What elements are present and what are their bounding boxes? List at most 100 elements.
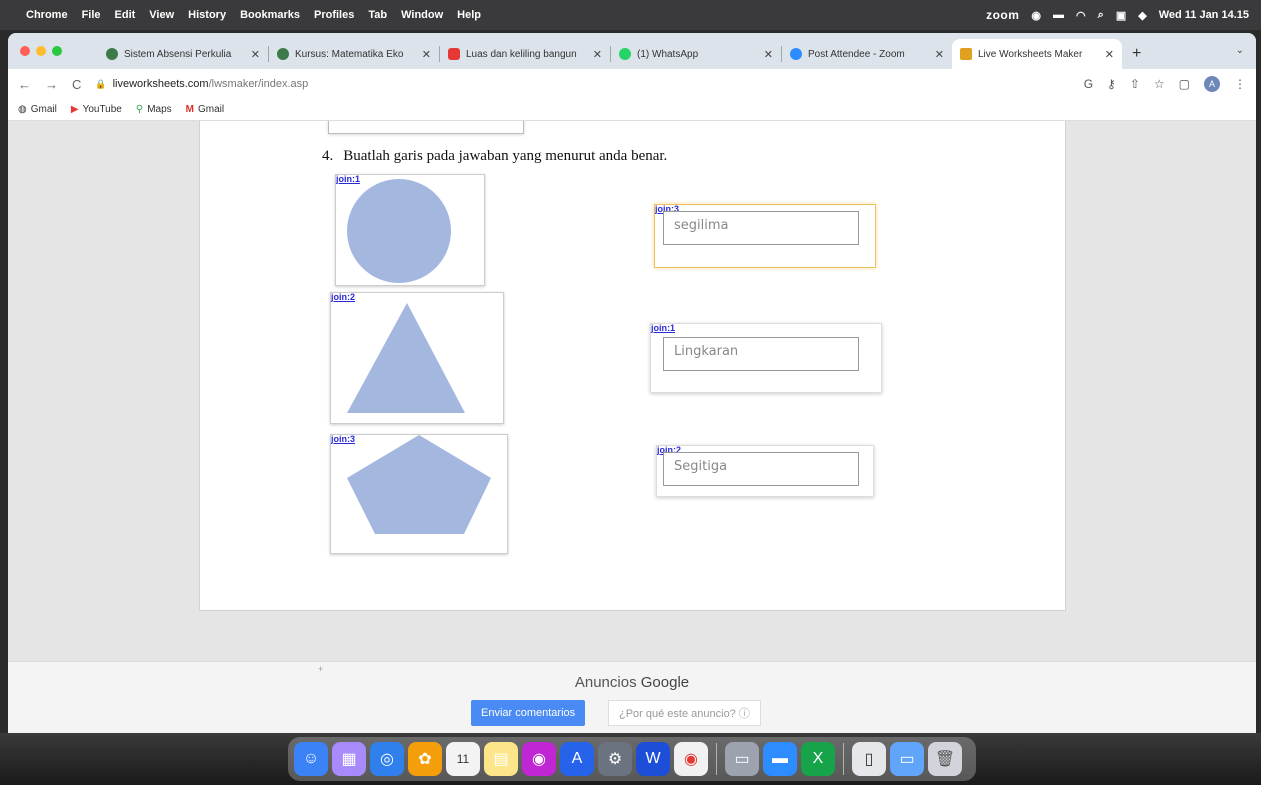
close-tab-icon[interactable]: ✕ (935, 48, 944, 61)
password-key-icon[interactable]: ⚷ (1107, 77, 1116, 91)
join-source-pentagon[interactable]: join:3 (330, 434, 508, 554)
app-store-icon[interactable]: A (560, 742, 594, 776)
why-this-ad-button[interactable]: ¿Por qué este anuncio? ⓘ (608, 700, 761, 726)
previous-answer-box (328, 121, 524, 134)
bookmark-maps[interactable]: ⚲ Maps (136, 104, 172, 115)
close-tab-icon[interactable]: ✕ (422, 48, 431, 61)
zoom-app-icon[interactable]: ▬ (763, 742, 797, 776)
close-tab-icon[interactable]: ✕ (764, 48, 773, 61)
close-tab-icon[interactable]: ✕ (1105, 48, 1114, 61)
tab-whatsapp[interactable]: (1) WhatsApp ✕ (611, 39, 781, 69)
ads-label-brand: Google (640, 674, 690, 691)
menu-history[interactable]: History (188, 9, 226, 21)
chrome-icon[interactable]: ◉ (674, 742, 708, 776)
launchpad-icon[interactable]: ▦ (332, 742, 366, 776)
bookmarks-bar: ◍ Gmail ▶ YouTube ⚲ Maps M Gmail (8, 99, 1256, 121)
menu-window[interactable]: Window (401, 9, 443, 21)
excel-icon[interactable]: X (801, 742, 835, 776)
url-field[interactable]: 🔒 liveworksheets.com /lwsmaker/index.asp (95, 78, 1083, 90)
podcasts-icon[interactable]: ◉ (522, 742, 556, 776)
menu-tab[interactable]: Tab (368, 9, 387, 21)
join-label: join:3 (331, 434, 355, 444)
tab-strip: Sistem Absensi Perkulia ✕ Kursus: Matema… (8, 33, 1256, 69)
tab-search-chevron-icon[interactable]: ⌄ (1236, 45, 1244, 56)
reload-icon[interactable]: C (72, 77, 81, 92)
tab-sistem-absensi[interactable]: Sistem Absensi Perkulia ✕ (98, 39, 268, 69)
close-tab-icon[interactable]: ✕ (251, 48, 260, 61)
notes-icon[interactable]: ▤ (484, 742, 518, 776)
minimize-window-button[interactable] (36, 46, 46, 56)
url-host: liveworksheets.com (112, 78, 209, 90)
close-tab-icon[interactable]: ✕ (593, 48, 602, 61)
bookmark-label: YouTube (82, 104, 122, 115)
google-ads-bar: + Anuncios Google Enviar comentarios ¿Po… (8, 661, 1256, 733)
menubar-status-area: zoom ◉ ▬ ◠ ⌕ ▣ ◆ Wed 11 Jan 14.15 (986, 8, 1249, 22)
preview-icon[interactable]: ▭ (725, 742, 759, 776)
join-label: join:1 (651, 323, 675, 333)
word-icon[interactable]: W (636, 742, 670, 776)
bookmark-gmail-2[interactable]: M Gmail (186, 104, 224, 115)
tab-kursus-matematika[interactable]: Kursus: Matematika Eko ✕ (269, 39, 439, 69)
new-tab-icon[interactable]: + (1132, 45, 1141, 63)
downloads-folder-icon[interactable]: ▭ (890, 742, 924, 776)
menu-edit[interactable]: Edit (115, 9, 136, 21)
question-number: 4. (322, 148, 334, 164)
photos-icon[interactable]: ✿ (408, 742, 442, 776)
safari-icon[interactable]: ◎ (370, 742, 404, 776)
trash-icon[interactable]: 🗑 (928, 742, 962, 776)
tab-title: (1) WhatsApp (637, 48, 699, 60)
menu-profiles[interactable]: Profiles (314, 9, 354, 21)
document-icon[interactable]: ▯ (852, 742, 886, 776)
menu-app-name[interactable]: Chrome (26, 9, 68, 21)
menu-view[interactable]: View (149, 9, 174, 21)
answer-field-segilima[interactable]: segilima (663, 211, 859, 245)
tab-zoom-post-attendee[interactable]: Post Attendee - Zoom ✕ (782, 39, 952, 69)
menu-help[interactable]: Help (457, 9, 481, 21)
lock-icon[interactable]: 🔒 (95, 79, 106, 90)
maximize-window-button[interactable] (52, 46, 62, 56)
side-panel-icon[interactable]: ▢ (1179, 77, 1190, 91)
answer-field-lingkaran[interactable]: Lingkaran (663, 337, 859, 371)
close-window-button[interactable] (20, 46, 30, 56)
page-viewport[interactable]: 4. Buatlah garis pada jawaban yang menuru… (8, 121, 1256, 661)
google-lens-icon[interactable]: G (1084, 77, 1093, 91)
wifi-icon[interactable]: ◠ (1076, 9, 1086, 22)
tab-title: Sistem Absensi Perkulia (124, 48, 232, 60)
share-icon[interactable]: ⇧ (1130, 77, 1140, 91)
menu-kebab-icon[interactable]: ⋮ (1234, 77, 1246, 91)
zoom-status[interactable]: zoom (986, 8, 1019, 22)
tab-title: Kursus: Matematika Eko (295, 48, 404, 60)
answer-field-segitiga[interactable]: Segitiga (663, 452, 859, 486)
tab-live-worksheets[interactable]: Live Worksheets Maker ✕ (952, 39, 1122, 69)
forward-icon[interactable]: → (45, 77, 58, 92)
system-settings-icon[interactable]: ⚙ (598, 742, 632, 776)
liveworksheets-icon (960, 48, 972, 60)
siri-icon[interactable]: ◆ (1138, 9, 1146, 22)
control-center-icon[interactable]: ▣ (1116, 9, 1126, 22)
join-source-triangle[interactable]: join:2 (330, 292, 504, 424)
bookmark-gmail-1[interactable]: ◍ Gmail (18, 104, 57, 115)
control-icon[interactable]: ◉ (1031, 9, 1041, 22)
tab-luas-keliling[interactable]: Luas dan keliling bangun ✕ (440, 39, 610, 69)
join-label: join:2 (331, 292, 355, 302)
join-target-segilima[interactable]: join:3 segilima (654, 204, 876, 268)
bookmark-star-icon[interactable]: ☆ (1154, 77, 1165, 91)
desktop: ☺ ▦ ◎ ✿ 11 ▤ ◉ A ⚙ W ◉ ▭ ▬ X ▯ ▭ 🗑 (0, 733, 1261, 785)
bookmark-youtube[interactable]: ▶ YouTube (71, 104, 122, 115)
calendar-icon[interactable]: 11 (446, 742, 480, 776)
join-target-segitiga[interactable]: join:2 Segitiga (656, 445, 874, 497)
battery-icon[interactable]: ▬ (1053, 9, 1064, 21)
join-target-lingkaran[interactable]: join:1 Lingkaran (650, 323, 882, 393)
join-source-circle[interactable]: join:1 (335, 174, 485, 286)
back-icon[interactable]: ← (18, 77, 31, 92)
clock[interactable]: Wed 11 Jan 14.15 (1159, 9, 1249, 21)
toolbar-actions: G ⚷ ⇧ ☆ ▢ A ⋮ (1084, 76, 1246, 92)
ad-marker-icon: + (318, 664, 324, 674)
menu-bookmarks[interactable]: Bookmarks (240, 9, 300, 21)
send-feedback-button[interactable]: Enviar comentarios (471, 700, 586, 726)
globe-icon: ◍ (18, 104, 27, 115)
finder-icon[interactable]: ☺ (294, 742, 328, 776)
search-icon[interactable]: ⌕ (1098, 9, 1104, 22)
profile-avatar[interactable]: A (1204, 76, 1220, 92)
menu-file[interactable]: File (82, 9, 101, 21)
